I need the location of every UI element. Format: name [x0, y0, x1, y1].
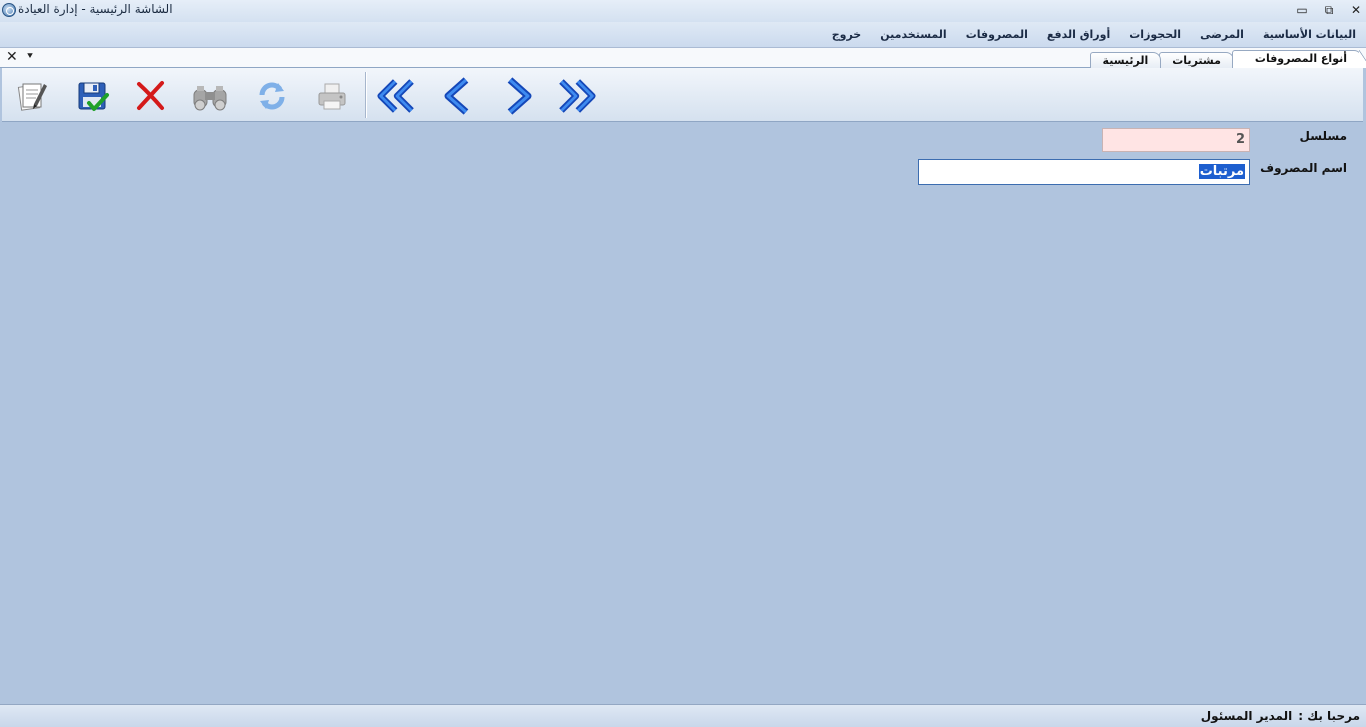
tab-home[interactable]: الرئيسية	[1089, 52, 1162, 68]
menu-payment-papers[interactable]: أوراق الدفع	[1047, 28, 1110, 41]
app-icon	[2, 3, 16, 17]
serial-field[interactable]: 2	[1102, 128, 1250, 152]
menu-users[interactable]: المستخدمين	[880, 28, 946, 41]
next-record-button[interactable]	[498, 76, 538, 116]
welcome-label: مرحبا بك :	[1298, 709, 1360, 723]
serial-label: مسلسل	[1299, 129, 1347, 143]
expense-name-input[interactable]: مرتبات	[918, 159, 1250, 185]
menu-bar: البيانات الأساسية المرضى الحجوزات أوراق …	[0, 22, 1366, 48]
expense-name-value: مرتبات	[1198, 164, 1245, 179]
window-title: الشاشة الرئيسية - إدارة العيادة	[18, 2, 173, 16]
restore-button[interactable]: ⧉	[1319, 1, 1339, 19]
minimize-button[interactable]: ▭	[1292, 1, 1312, 19]
close-window-button[interactable]: ✕	[1346, 1, 1366, 19]
new-button[interactable]	[12, 76, 52, 116]
previous-record-button[interactable]	[438, 76, 478, 116]
print-button[interactable]	[312, 76, 352, 116]
current-user-name: المدير المسئول	[1200, 709, 1293, 723]
title-bar: الشاشة الرئيسية - إدارة العيادة ▭ ⧉ ✕	[0, 0, 1366, 22]
delete-icon	[137, 81, 164, 110]
refresh-icon	[259, 82, 285, 110]
close-tab-icon[interactable]: ✕	[6, 50, 18, 64]
toolbar-separator	[365, 72, 366, 118]
menu-basic-data[interactable]: البيانات الأساسية	[1263, 28, 1356, 41]
last-record-icon	[559, 79, 596, 113]
tab-expense-types[interactable]: أنواع المصروفات	[1231, 50, 1366, 68]
serial-value: 2	[1235, 132, 1245, 147]
menu-list: البيانات الأساسية المرضى الحجوزات أوراق …	[813, 28, 1356, 41]
new-document-icon	[17, 83, 47, 111]
refresh-button[interactable]	[252, 76, 292, 116]
save-icon	[78, 82, 109, 111]
delete-button[interactable]	[130, 76, 170, 116]
first-record-button[interactable]	[377, 76, 417, 116]
search-binoculars-icon	[193, 86, 227, 111]
menu-exit[interactable]: خروج	[832, 28, 862, 41]
menu-patients[interactable]: المرضى	[1200, 28, 1244, 41]
tab-purchases[interactable]: مشتريات	[1159, 52, 1234, 68]
menu-expenses[interactable]: المصروفات	[966, 28, 1028, 41]
document-tabs: أنواع المصروفات مشتريات الرئيسية	[1089, 50, 1366, 68]
save-button[interactable]	[72, 76, 112, 116]
previous-record-icon	[444, 77, 469, 115]
next-record-icon	[507, 77, 532, 115]
toolbar	[2, 68, 1363, 122]
status-bar: مرحبا بك : المدير المسئول	[0, 704, 1366, 727]
expense-name-label: اسم المصروف	[1260, 161, 1347, 175]
search-button[interactable]	[190, 76, 230, 116]
tab-list-dropdown-icon[interactable]: ⯆	[26, 50, 34, 64]
last-record-button[interactable]	[556, 76, 596, 116]
status-welcome: مرحبا بك : المدير المسئول	[1201, 709, 1360, 723]
menu-reservations[interactable]: الحجوزات	[1129, 28, 1181, 41]
print-icon	[318, 83, 346, 110]
first-record-icon	[377, 79, 414, 113]
mdi-tab-strip: ✕ ⯆ أنواع المصروفات مشتريات الرئيسية	[0, 48, 1366, 68]
